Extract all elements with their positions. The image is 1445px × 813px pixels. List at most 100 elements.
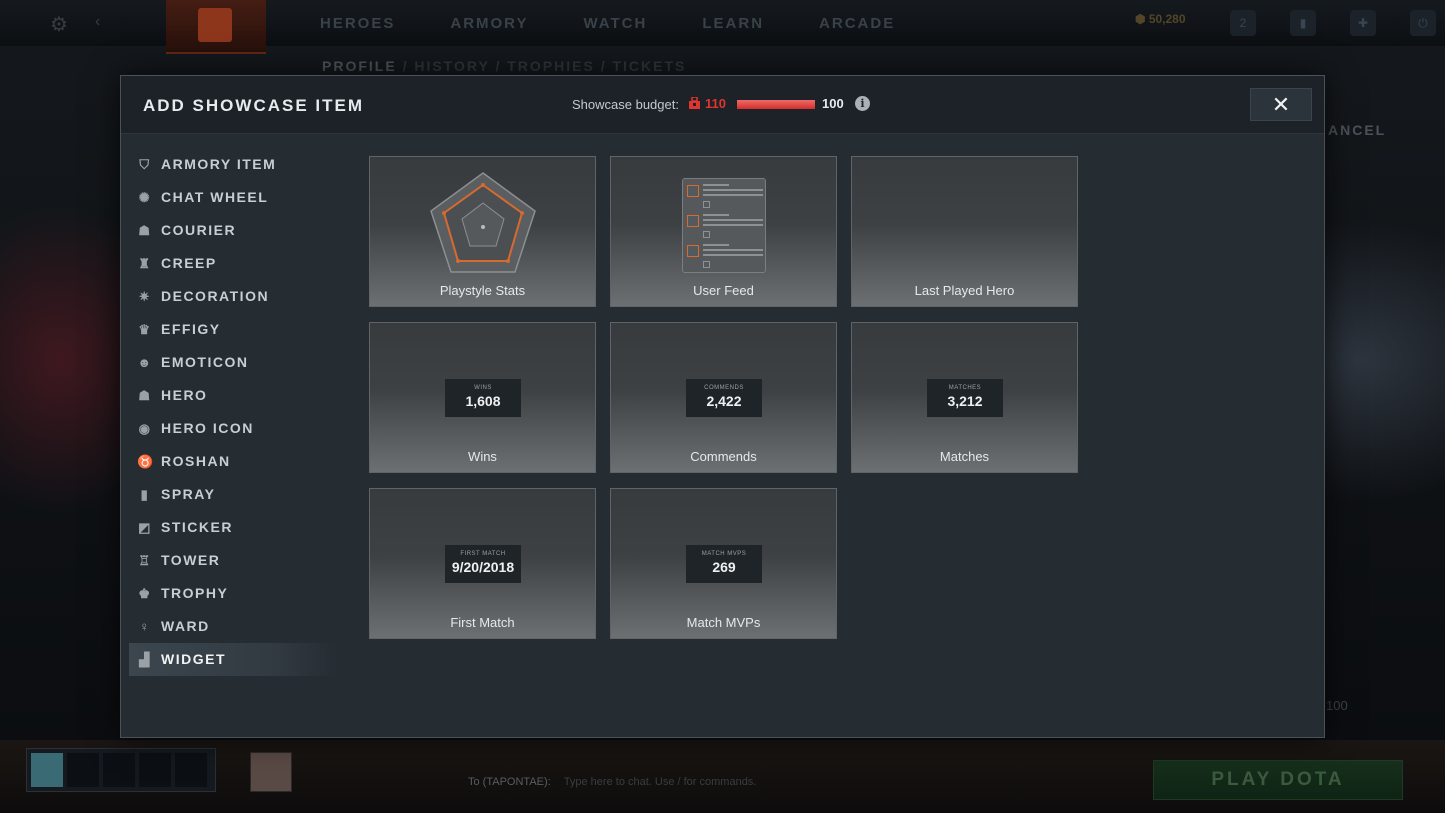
item-label: Matches [939,449,990,464]
top-right-icons: 2 ▮ ✚ ⏻ [1230,10,1445,36]
category-spray[interactable]: ▮ SPRAY [129,478,339,511]
item-card-commends[interactable]: COMMENDS 2,422 Commends [610,322,837,473]
nav-watch[interactable]: WATCH [583,15,647,32]
party-slot[interactable] [175,753,207,787]
category-chat-wheel[interactable]: ✺ CHAT WHEEL [129,181,339,214]
category-label: EMOTICON [161,354,249,370]
add-showcase-item-dialog: ADD SHOWCASE ITEM Showcase budget: 110 1… [120,75,1325,738]
subnav-profile[interactable]: PROFILE [322,58,397,74]
nav-armory[interactable]: ARMORY [450,15,528,32]
item-card-playstyle-stats[interactable]: Playstyle Stats [369,156,596,307]
inventory-icon[interactable]: ▮ [1290,10,1316,36]
subnav-tickets[interactable]: TICKETS [612,58,686,74]
category-courier[interactable]: ☗ COURIER [129,214,339,247]
nav-arcade[interactable]: ARCADE [819,15,895,32]
courier-icon: ☗ [138,223,152,238]
category-ward[interactable]: ♀ WARD [129,610,339,643]
stat-value: 1,608 [465,393,501,409]
item-card-last-played-hero[interactable]: Last Played Hero [851,156,1078,307]
stat-caption: MATCH MVPS [701,551,747,557]
nav-learn[interactable]: LEARN [702,15,764,32]
category-label: ROSHAN [161,453,231,469]
close-button[interactable]: ✕ [1250,88,1312,121]
party-slot[interactable] [67,753,99,787]
settings-gear-icon[interactable]: ⚙ [50,12,68,37]
notifications-icon[interactable]: 2 [1230,10,1256,36]
category-label: HERO ICON [161,420,254,436]
stat-value: 3,212 [947,393,983,409]
category-label: EFFIGY [161,321,221,337]
top-nav: ⚙ ‹ HEROES ARMORY WATCH LEARN ARCADE ⬢ 5… [0,0,1445,54]
subnav-history[interactable]: HISTORY [414,58,489,74]
shards-value: 50,280 [1148,12,1186,26]
subnav-separator: / [600,58,613,74]
category-hero[interactable]: ☗ HERO [129,379,339,412]
budget-max: 100 [822,96,844,111]
friend-avatar[interactable] [250,752,292,792]
category-trophy[interactable]: ♚ TROPHY [129,577,339,610]
category-effigy[interactable]: ♛ EFFIGY [129,313,339,346]
category-roshan[interactable]: ♉ ROSHAN [129,445,339,478]
roshan-icon: ♉ [137,454,155,469]
category-widget[interactable]: ▟ WIDGET [129,643,339,676]
info-icon[interactable]: i [855,96,870,111]
item-card-user-feed[interactable]: User Feed [610,156,837,307]
stat-preview: MATCH MVPS 269 [686,545,762,583]
dota-logo-icon [198,8,232,42]
party-slots [26,748,216,792]
category-decoration[interactable]: ✷ DECORATION [129,280,339,313]
item-card-matches[interactable]: MATCHES 3,212 Matches [851,322,1078,473]
nav-heroes[interactable]: HEROES [320,15,395,32]
budget-current: 110 [705,96,726,111]
stat-caption: FIRST MATCH [460,551,506,557]
category-label: HERO [161,387,208,403]
category-label: COURIER [161,222,237,238]
shards-icon: ⬢ [1135,12,1149,26]
category-creep[interactable]: ♜ CREEP [129,247,339,280]
item-label: First Match [450,615,515,630]
category-label: CHAT WHEEL [161,189,269,205]
category-hero-icon[interactable]: ◉ HERO ICON [129,412,339,445]
party-slot[interactable] [139,753,171,787]
subnav-separator: / [495,58,508,74]
chat-wheel-icon: ✺ [138,190,152,205]
category-armory-item[interactable]: ⛉ ARMORY ITEM [129,148,339,181]
category-tower[interactable]: ♖ TOWER [129,544,339,577]
category-sticker[interactable]: ◩ STICKER [129,511,339,544]
category-list: ⛉ ARMORY ITEM ✺ CHAT WHEEL ☗ COURIER ♜ CREEP ✷ DE… [129,148,339,676]
budget-label: Showcase budget: [572,97,679,112]
armory-icon: ⛉ [139,157,151,172]
playstyle-radar-icon [430,172,536,273]
item-card-first-match[interactable]: FIRST MATCH 9/20/2018 First Match [369,488,596,639]
stat-value: 2,422 [706,393,742,409]
stat-preview: MATCHES 3,212 [927,379,1003,417]
category-emoticon[interactable]: ☻ EMOTICON [129,346,339,379]
ward-icon: ♀ [139,619,151,634]
play-dota-button[interactable]: PLAY DOTA [1153,760,1403,800]
party-slot[interactable] [103,753,135,787]
decoration-icon: ✷ [138,289,152,304]
chat-bar[interactable]: To (TAPONTAE): Type here to chat. Use / … [468,776,756,788]
item-card-match-mvps[interactable]: MATCH MVPS 269 Match MVPs [610,488,837,639]
shards-balance: ⬢ 50,280 [1135,12,1186,26]
party-slot[interactable] [31,753,63,787]
category-label: ARMORY ITEM [161,156,277,172]
category-label: STICKER [161,519,233,535]
hero-icon: ☗ [138,388,152,403]
item-label: Playstyle Stats [439,283,526,298]
back-arrow-icon[interactable]: ‹ [95,13,100,31]
stat-value: 9/20/2018 [451,559,515,575]
stat-preview: WINS 1,608 [445,379,521,417]
main-nav: HEROES ARMORY WATCH LEARN ARCADE [320,15,950,32]
subnav-separator: / [402,58,415,74]
chat-input[interactable]: Type here to chat. Use / for commands. [564,776,757,788]
stat-preview: COMMENDS 2,422 [686,379,762,417]
category-label: CREEP [161,255,217,271]
dota-logo[interactable] [166,0,266,54]
item-card-wins[interactable]: WINS 1,608 Wins [369,322,596,473]
creep-icon: ♜ [138,256,152,271]
plus-icon[interactable]: ✚ [1350,10,1376,36]
item-label: User Feed [693,283,754,298]
subnav-trophies[interactable]: TROPHIES [507,58,595,74]
power-icon[interactable]: ⏻ [1410,10,1436,36]
